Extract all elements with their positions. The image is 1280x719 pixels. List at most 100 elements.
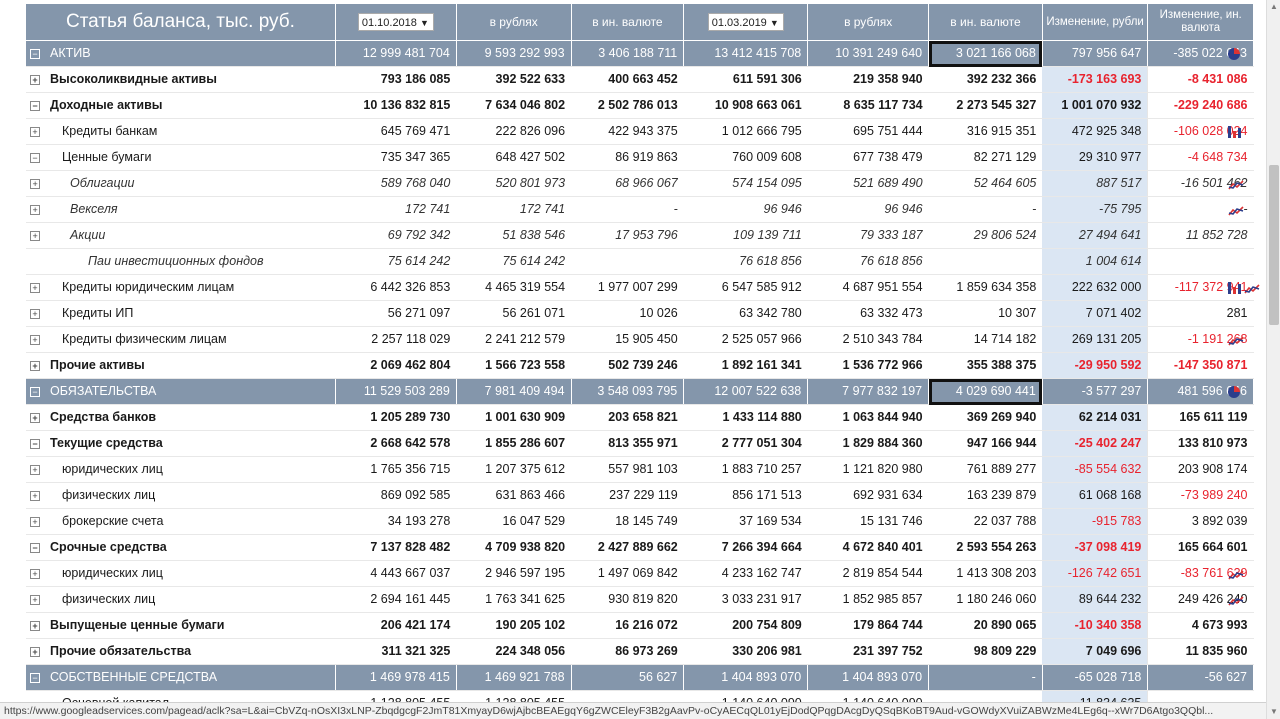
value-cell: -29 950 592 — [1042, 352, 1148, 379]
collapse-toggle-icon[interactable]: − — [30, 672, 40, 683]
collapse-toggle-icon[interactable]: − — [30, 438, 40, 449]
table-row[interactable]: − Ценные бумаги 735 347 365 648 427 502 86 9… — [26, 144, 1254, 171]
table-row[interactable]: Паи инвестиционных фондов 75 614 242 75 61… — [26, 248, 1254, 275]
row-label-cell: + Векселя — [26, 196, 336, 223]
expand-toggle-icon[interactable]: + — [30, 74, 40, 85]
table-row[interactable]: + юридических лиц 4 443 667 037 2 946 597 1… — [26, 560, 1254, 587]
value-cell: 611 591 306 — [683, 66, 808, 93]
scroll-down-arrow-icon[interactable]: ▼ — [1267, 705, 1280, 719]
expand-toggle-icon[interactable]: + — [30, 334, 40, 345]
value-cell: 75 614 242 — [456, 248, 572, 275]
expand-toggle-icon[interactable]: + — [30, 516, 40, 527]
expand-toggle-icon[interactable]: + — [30, 282, 40, 293]
table-row[interactable]: + Облигации 589 768 040 520 801 973 68 966 0… — [26, 170, 1254, 197]
collapse-toggle-icon[interactable]: − — [30, 542, 40, 553]
bar-chart-icon[interactable] — [1228, 125, 1244, 138]
table-row[interactable]: + Кредиты ИП 56 271 097 56 261 071 10 026 63 … — [26, 300, 1254, 327]
expand-toggle-icon[interactable]: + — [30, 412, 40, 423]
value-cell: 9 593 292 993 — [456, 40, 572, 67]
expand-toggle-icon[interactable]: + — [30, 230, 40, 241]
row-label-cell: + брокерские счета — [26, 508, 336, 535]
collapse-toggle-icon[interactable]: − — [30, 48, 40, 59]
table-row[interactable]: + Кредиты физическим лицам 2 257 118 029 2 … — [26, 326, 1254, 353]
value-cell: -25 402 247 — [1042, 430, 1148, 457]
table-row[interactable]: + Средства банков 1 205 289 730 1 001 630 9… — [26, 404, 1254, 431]
section-row[interactable]: − ОБЯЗАТЕЛЬСТВА 11 529 503 289 7 981 409 49… — [26, 378, 1254, 405]
table-body: − АКТИВ 12 999 481 704 9 593 292 993 3 406 1… — [26, 40, 1254, 717]
col-header-fx-2[interactable]: в ин. валюте — [928, 4, 1043, 41]
expand-toggle-icon[interactable]: + — [30, 126, 40, 137]
date-select-1[interactable]: 01.10.2018 ▼ — [357, 13, 434, 31]
row-label-cell: − Ценные бумаги — [26, 144, 336, 171]
pie-chart-icon[interactable] — [1228, 385, 1240, 398]
table-row[interactable]: − Доходные активы 10 136 832 815 7 634 046 … — [26, 92, 1254, 119]
row-label: брокерские счета — [62, 514, 164, 528]
table-row[interactable]: + юридических лиц 1 765 356 715 1 207 375 6… — [26, 456, 1254, 483]
table-row[interactable]: + Выпущеные ценные бумаги 206 421 174 190 2… — [26, 612, 1254, 639]
bar-chart-icon[interactable] — [1228, 281, 1244, 294]
collapse-toggle-icon[interactable]: − — [30, 152, 40, 163]
value-cell: 813 355 971 — [571, 430, 684, 457]
col-header-change-rub[interactable]: Изменение, рубли — [1042, 4, 1149, 41]
value-cell: 648 427 502 — [456, 144, 572, 171]
row-label: Акции — [70, 228, 106, 242]
expand-toggle-icon[interactable]: + — [30, 620, 40, 631]
table-row[interactable]: + Высоколиквидные активы 793 186 085 392 52… — [26, 66, 1254, 93]
col-header-fx-1[interactable]: в ин. валюте — [571, 4, 685, 41]
expand-toggle-icon[interactable]: + — [30, 568, 40, 579]
table-row[interactable]: − Текущие средства 2 668 642 578 1 855 286 … — [26, 430, 1254, 457]
value-cell: 12 999 481 704 — [335, 40, 457, 67]
section-row[interactable]: − АКТИВ 12 999 481 704 9 593 292 993 3 406 1… — [26, 40, 1254, 67]
section-row[interactable]: − СОБСТВЕННЫЕ СРЕДСТВА 1 469 978 415 1 469 … — [26, 664, 1254, 691]
status-bar-url: https://www.googleadservices.com/pagead/… — [0, 702, 1266, 719]
table-row[interactable]: + Кредиты банкам 645 769 471 222 826 096 422… — [26, 118, 1254, 145]
row-label-cell: + физических лиц — [26, 482, 336, 509]
trend-chart-icon[interactable] — [1228, 594, 1244, 606]
table-row[interactable]: − Срочные средства 7 137 828 482 4 709 938 … — [26, 534, 1254, 561]
expand-toggle-icon[interactable]: + — [30, 594, 40, 605]
row-label: СОБСТВЕННЫЕ СРЕДСТВА — [50, 670, 218, 684]
pie-chart-icon[interactable] — [1228, 47, 1240, 60]
vertical-scrollbar[interactable]: ▲ ▼ — [1266, 0, 1280, 719]
value-cell: 1 433 114 880 — [683, 404, 808, 431]
value-cell: 677 738 479 — [807, 144, 929, 171]
expand-toggle-icon[interactable]: + — [30, 204, 40, 215]
collapse-toggle-icon[interactable]: − — [30, 386, 40, 397]
table-row[interactable]: + брокерские счета 34 193 278 16 047 529 18 … — [26, 508, 1254, 535]
scroll-up-arrow-icon[interactable]: ▲ — [1267, 0, 1280, 14]
value-cell: 4 029 690 441 — [928, 378, 1043, 405]
collapse-toggle-icon[interactable]: − — [30, 100, 40, 111]
trend-chart-icon[interactable] — [1228, 568, 1244, 580]
trend-chart-icon[interactable] — [1228, 334, 1244, 346]
table-row[interactable]: + Прочие обязательства 311 321 325 224 348 … — [26, 638, 1254, 665]
date-select-2[interactable]: 01.03.2019 ▼ — [707, 13, 784, 31]
expand-toggle-icon[interactable]: + — [30, 178, 40, 189]
value-cell: 1 207 375 612 — [456, 456, 572, 483]
expand-toggle-icon[interactable]: + — [30, 464, 40, 475]
expand-toggle-icon[interactable]: + — [30, 646, 40, 657]
col-header-rub-2[interactable]: в рублях — [807, 4, 930, 41]
table-row[interactable]: + физических лиц 2 694 161 445 1 763 341 62… — [26, 586, 1254, 613]
expand-toggle-icon[interactable]: + — [30, 308, 40, 319]
trend-chart-icon[interactable] — [1244, 282, 1260, 294]
date-select-2-cell: 01.03.2019 ▼ — [683, 4, 809, 41]
value-cell: 179 864 744 — [807, 612, 929, 639]
col-header-change-fx[interactable]: Изменение, ин. валюта — [1147, 4, 1254, 41]
expand-toggle-icon[interactable]: + — [30, 490, 40, 501]
table-row[interactable]: + Акции 69 792 342 51 838 546 17 953 796 109 … — [26, 222, 1254, 249]
value-cell: 316 915 351 — [928, 118, 1043, 145]
col-header-rub-1[interactable]: в рублях — [456, 4, 572, 41]
table-row[interactable]: + Векселя 172 741 172 741-96 946 96 946- -75 … — [26, 196, 1254, 223]
scroll-thumb[interactable] — [1269, 165, 1279, 325]
value-cell: -73 989 240 — [1147, 482, 1254, 509]
value-cell: 2 502 786 013 — [571, 92, 684, 119]
table-row[interactable]: + Прочие активы 2 069 462 804 1 566 723 558… — [26, 352, 1254, 379]
table-row[interactable]: + Кредиты юридическим лицам 6 442 326 853 4… — [26, 274, 1254, 301]
expand-toggle-icon[interactable]: + — [30, 360, 40, 371]
value-cell: 4 709 938 820 — [456, 534, 572, 561]
trend-chart-icon[interactable] — [1228, 204, 1244, 216]
trend-chart-icon[interactable] — [1228, 178, 1244, 190]
row-label: физических лиц — [62, 488, 156, 502]
table-row[interactable]: + физических лиц 869 092 585 631 863 466 237… — [26, 482, 1254, 509]
value-cell: 2 069 462 804 — [335, 352, 457, 379]
